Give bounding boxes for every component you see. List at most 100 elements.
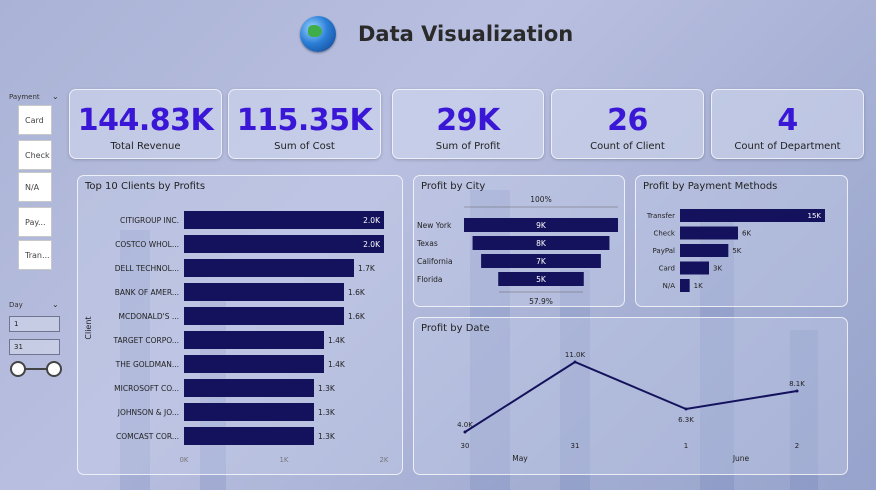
bar[interactable] [184, 427, 314, 445]
kpi-label: Count of Client [590, 141, 665, 152]
data-point[interactable] [463, 430, 467, 434]
data-label: 1.3K [318, 408, 336, 417]
data-label: 11.0K [565, 351, 586, 359]
data-label: 1.4K [328, 360, 346, 369]
bar[interactable] [184, 307, 344, 325]
day-slider-start-handle[interactable] [10, 361, 26, 377]
category-label: Check [653, 230, 675, 238]
payment-slicer-label: Payment [9, 93, 40, 101]
x-tick-label: 2 [795, 442, 799, 450]
day-from-input[interactable]: 1 [9, 316, 60, 332]
day-slider-end-handle[interactable] [46, 361, 62, 377]
bar[interactable] [680, 244, 729, 257]
data-label: 5K [536, 275, 547, 284]
data-point[interactable] [573, 360, 577, 364]
data-label: 8K [536, 239, 547, 248]
data-label: 5K [732, 247, 741, 255]
header: Data Visualization [300, 16, 573, 52]
payment-option-card[interactable]: Card [18, 105, 52, 135]
bar[interactable] [680, 226, 738, 240]
data-point[interactable] [684, 407, 688, 411]
x-tick-label: 31 [571, 442, 580, 450]
bar[interactable] [184, 283, 344, 301]
category-label: COMCAST COR... [116, 432, 179, 441]
kpi-value: 26 [607, 103, 648, 138]
kpi-value: 115.35K [236, 103, 373, 138]
chevron-down-icon[interactable]: ⌄ [52, 92, 59, 101]
bar[interactable] [184, 331, 324, 349]
kpi-value: 4 [777, 103, 798, 138]
data-point[interactable] [795, 389, 799, 393]
data-label: 1.3K [318, 432, 336, 441]
data-label: 2.0K [363, 240, 381, 249]
top-clients-panel: Top 10 Clients by Profits Client CITIGROU… [77, 175, 403, 475]
payment-option-check[interactable]: Check [18, 140, 52, 170]
data-label: 1.7K [358, 264, 376, 273]
bar[interactable] [184, 355, 324, 373]
kpi-label: Total Revenue [110, 141, 181, 152]
category-label: Transfer [646, 212, 675, 220]
funnel-bottom-percent: 57.9% [529, 297, 553, 306]
bar[interactable] [680, 209, 825, 222]
payment-option-paypal[interactable]: Pay... [18, 207, 52, 237]
data-label: 4.0K [457, 421, 473, 429]
category-label: Florida [417, 275, 443, 284]
page-title: Data Visualization [358, 22, 574, 46]
kpi-card-total-revenue: 144.83K Total Revenue [69, 89, 222, 159]
x-tick-label: 0K [179, 456, 188, 464]
data-label: 1.6K [348, 288, 366, 297]
kpi-card-count-of-client: 26 Count of Client [551, 89, 704, 159]
data-label: 15K [808, 212, 822, 220]
category-label: DELL TECHNOL... [115, 264, 179, 273]
profit-by-city-panel: Profit by City 100% New York 9K Texas 8K Cali… [413, 175, 625, 307]
day-slicer-label: Day [9, 301, 23, 309]
data-label: 2.0K [363, 216, 381, 225]
month-label: May [512, 454, 528, 463]
bar[interactable] [680, 261, 709, 275]
kpi-value: 144.83K [77, 103, 214, 138]
payment-option-transfer[interactable]: Tran... [18, 240, 52, 270]
kpi-label: Count of Department [734, 141, 841, 152]
day-to-input[interactable]: 31 [9, 339, 60, 355]
category-label: CITIGROUP INC. [120, 216, 179, 225]
data-label: 9K [536, 221, 547, 230]
kpi-label: Sum of Profit [435, 141, 501, 152]
data-label: 7K [536, 257, 547, 266]
data-label: 6K [742, 230, 751, 238]
data-label: 3K [713, 265, 722, 273]
bar[interactable] [184, 403, 314, 421]
category-label: TARGET CORPO... [113, 336, 179, 345]
kpi-card-count-of-department: 4 Count of Department [711, 89, 864, 159]
bar[interactable] [184, 211, 384, 229]
kpi-label: Sum of Cost [274, 141, 335, 152]
profit-by-city-chart: 100% New York 9K Texas 8K California 7K Florida… [416, 195, 618, 306]
x-tick-label: 1 [684, 442, 688, 450]
category-label: California [417, 257, 453, 266]
bar[interactable] [184, 379, 314, 397]
data-label: 1K [694, 282, 703, 290]
month-label: June [732, 454, 750, 463]
data-label: 1.3K [318, 384, 336, 393]
axis-label-y: Client [84, 316, 93, 339]
x-tick-label: 2K [379, 456, 388, 464]
category-label: N/A [663, 282, 676, 290]
category-label: THE GOLDMAN... [115, 360, 179, 369]
chevron-down-icon[interactable]: ⌄ [52, 300, 59, 309]
profit-by-date-chart: 4.0K 30 11.0K 31 6.3K 1 8.1K 2 May June [457, 351, 805, 463]
payment-option-na[interactable]: N/A [18, 172, 52, 202]
kpi-value: 29K [436, 103, 500, 138]
bar[interactable] [184, 235, 384, 253]
funnel-top-percent: 100% [530, 195, 551, 204]
category-label: COSTCO WHOL... [115, 240, 179, 249]
bar[interactable] [680, 279, 690, 292]
top-clients-chart: Client CITIGROUP INC. 2.0K COSTCO WHOL... 2.… [84, 211, 389, 464]
category-label: MICROSOFT CO... [114, 384, 179, 393]
data-label: 8.1K [789, 380, 805, 388]
x-tick-label: 30 [461, 442, 470, 450]
data-label: 6.3K [678, 416, 694, 424]
profit-by-payment-chart: Transfer 15K Check 6K PayPal 5K Card 3K N/A 1K [646, 209, 825, 292]
category-label: Card [659, 265, 675, 273]
category-label: Texas [416, 239, 438, 248]
series-line[interactable] [464, 360, 798, 433]
bar[interactable] [184, 259, 354, 277]
